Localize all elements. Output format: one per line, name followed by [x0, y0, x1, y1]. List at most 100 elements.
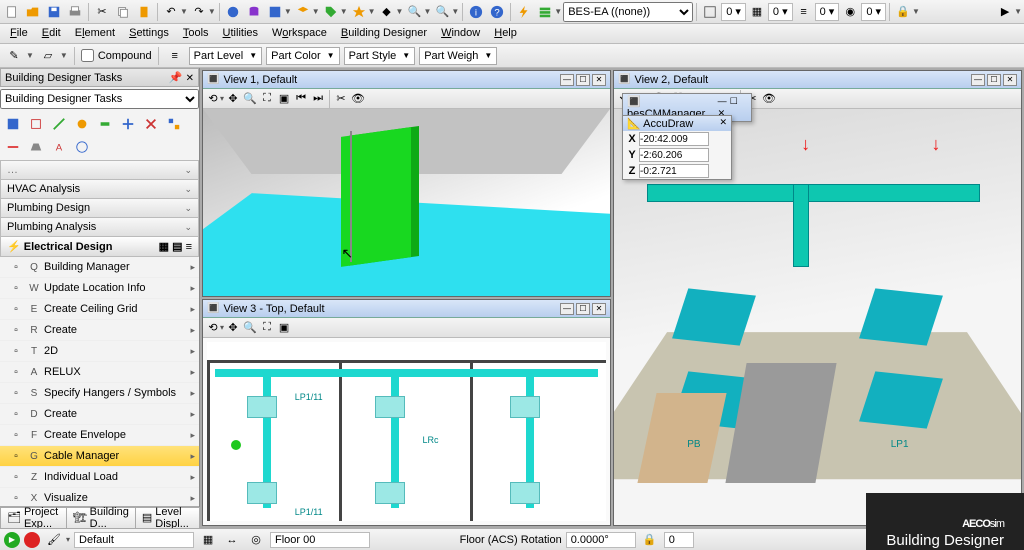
menu-element[interactable]: Element — [69, 26, 121, 41]
menu-building-designer[interactable]: Building Designer — [335, 26, 433, 41]
menu-window[interactable]: Window — [435, 26, 486, 41]
tg-1[interactable] — [2, 113, 24, 135]
subitem-create[interactable]: ▫RCreate▸ — [0, 320, 199, 341]
vt-zoom-icon[interactable]: 🔍 — [242, 320, 258, 336]
subitem-update-location-info[interactable]: ▫WUpdate Location Info▸ — [0, 278, 199, 299]
star-icon[interactable] — [349, 2, 369, 22]
max-icon[interactable]: ☐ — [576, 303, 590, 315]
sb-paint-icon[interactable]: 🖌 — [44, 530, 64, 550]
subitem-create-envelope[interactable]: ▫FCreate Envelope▸ — [0, 425, 199, 446]
vp1-title[interactable]: 🔳 View 1, Default —☐✕ — [203, 71, 610, 89]
sb-dim-icon[interactable]: ↔ — [222, 530, 242, 550]
tg-12[interactable] — [71, 136, 93, 158]
compound-checkbox[interactable] — [81, 49, 94, 62]
subitem-building-manager[interactable]: ▫QBuilding Manager▸ — [0, 257, 199, 278]
tg-7[interactable] — [140, 113, 162, 135]
combo-part-color[interactable]: Part Color▼ — [266, 47, 339, 65]
save-icon[interactable] — [44, 2, 64, 22]
accudraw-panel[interactable]: 📐 AccuDraw✕ X Y Z — [622, 115, 732, 180]
view-icons[interactable]: ▦ ▤ ≡ — [159, 240, 192, 253]
min-icon[interactable]: — — [971, 74, 985, 86]
tab-building-designer[interactable]: 🏗Building D... — [66, 507, 136, 528]
vt-fit-icon[interactable]: ⛶ — [259, 91, 275, 107]
layer-icon[interactable] — [293, 2, 313, 22]
vp3-canvas[interactable]: LP1/11 LRc LP1/11 — [203, 338, 610, 525]
sb-floor[interactable]: Floor 00 — [270, 532, 370, 548]
vt-rotate-icon[interactable]: ⟲ — [205, 91, 221, 107]
part-level-icon[interactable] — [700, 2, 720, 22]
db-icon[interactable] — [244, 2, 264, 22]
cut-icon[interactable]: ✂ — [92, 2, 112, 22]
tg-9[interactable] — [2, 136, 24, 158]
menu-tools[interactable]: Tools — [177, 26, 215, 41]
sb-lock-icon[interactable]: 🔒 — [640, 530, 660, 550]
close-icon[interactable]: ✕ — [592, 303, 606, 315]
part-color-icon[interactable]: ▦ — [747, 2, 767, 22]
vt-fit-icon[interactable]: ⛶ — [259, 320, 275, 336]
menu-workspace[interactable]: Workspace — [266, 26, 333, 41]
pin-icon[interactable]: 📌 — [169, 72, 183, 84]
combo-part-weigh[interactable]: Part Weigh▼ — [419, 47, 497, 65]
sb-zero[interactable]: 0 — [664, 532, 694, 548]
bes-select[interactable]: BES-EA ((none)) — [563, 2, 693, 22]
copy-icon[interactable] — [113, 2, 133, 22]
tg-3[interactable] — [48, 113, 70, 135]
sb-grid-icon[interactable]: ▦ — [198, 530, 218, 550]
menu-help[interactable]: Help — [488, 26, 523, 41]
menu-utilities[interactable]: Utilities — [217, 26, 264, 41]
sb-rotation[interactable]: 0.0000° — [566, 532, 636, 548]
tg-11[interactable]: A — [48, 136, 70, 158]
paste-icon[interactable] — [134, 2, 154, 22]
subitem-specify-hangers-symbols[interactable]: ▫SSpecify Hangers / Symbols▸ — [0, 383, 199, 404]
min-icon[interactable]: — — [560, 303, 574, 315]
min-icon[interactable]: — — [560, 74, 574, 86]
tab-level-display[interactable]: ▤Level Displ... — [135, 507, 200, 528]
pencil-icon[interactable]: ✎ — [4, 46, 24, 66]
max-icon[interactable]: ☐ — [576, 74, 590, 86]
subitem-visualize[interactable]: ▫XVisualize▸ — [0, 488, 199, 506]
acc-plumbing-design[interactable]: Plumbing Design⌄ — [0, 199, 199, 218]
vt-prev-icon[interactable]: ⏮ — [293, 91, 309, 107]
zoom-icon[interactable]: 🔍 — [404, 2, 424, 22]
shape-icon[interactable]: ◆ — [377, 2, 397, 22]
combo-part-level[interactable]: Part Level▼ — [189, 47, 262, 65]
subitem-create[interactable]: ▫DCreate▸ — [0, 404, 199, 425]
menu-settings[interactable]: Settings — [123, 26, 175, 41]
sb-layer[interactable]: Default — [74, 532, 194, 548]
max-icon[interactable]: ☐ — [987, 74, 1001, 86]
tag-icon[interactable] — [321, 2, 341, 22]
menu-edit[interactable]: Edit — [36, 26, 67, 41]
tg-4[interactable] — [71, 113, 93, 135]
bolt-icon[interactable] — [514, 2, 534, 22]
vt-next-icon[interactable]: ⏭ — [310, 91, 326, 107]
task-selector[interactable]: Building Designer Tasks — [0, 89, 199, 109]
tg-2[interactable] — [25, 113, 47, 135]
help-icon[interactable]: ? — [487, 2, 507, 22]
stop-icon[interactable] — [24, 532, 40, 548]
print-icon[interactable] — [65, 2, 85, 22]
level-0[interactable]: 0 ▾ — [721, 3, 746, 21]
new-icon[interactable] — [2, 2, 22, 22]
vt-clip-icon[interactable]: ✂ — [333, 91, 349, 107]
tg-5[interactable] — [94, 113, 116, 135]
tg-6[interactable] — [117, 113, 139, 135]
part-style-icon[interactable]: ≡ — [794, 2, 814, 22]
close-icon[interactable]: ✕ — [1003, 74, 1017, 86]
vp2-title[interactable]: 🔳 View 2, Default —☐✕ — [614, 71, 1021, 89]
vt-pan-icon[interactable]: ✥ — [225, 91, 241, 107]
stack-icon[interactable] — [535, 2, 555, 22]
weight-0[interactable]: 0 ▾ — [861, 3, 886, 21]
menu-file[interactable]: File — [4, 26, 34, 41]
app-icon[interactable] — [265, 2, 285, 22]
acc-electrical-design[interactable]: ⚡ Electrical Design ▦ ▤ ≡ — [0, 237, 199, 257]
vt-pan-icon[interactable]: ✥ — [225, 320, 241, 336]
info-icon[interactable]: i — [466, 2, 486, 22]
weight-icon[interactable]: ◉ — [840, 2, 860, 22]
list-icon[interactable]: ≡ — [165, 46, 185, 66]
close-icon[interactable]: ✕ — [719, 117, 727, 130]
sb-snap-icon[interactable]: ◎ — [246, 530, 266, 550]
close-panel-icon[interactable]: ✕ — [186, 73, 194, 84]
vt-zoom-icon[interactable]: 🔍 — [242, 91, 258, 107]
globe-icon[interactable] — [223, 2, 243, 22]
redo-icon[interactable]: ↷ — [189, 2, 209, 22]
